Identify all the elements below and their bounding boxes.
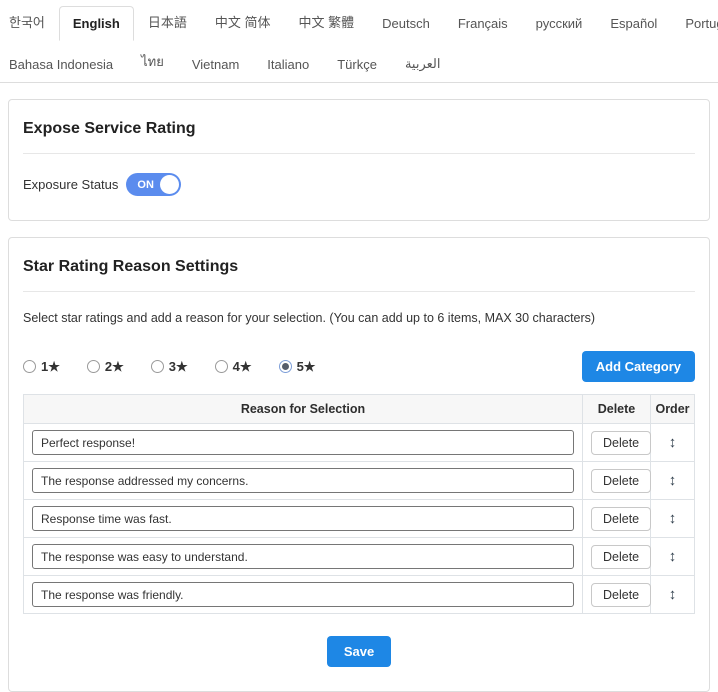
drag-order-icon[interactable]: ↕ [669, 510, 677, 527]
radio-2-star[interactable]: 2★ [87, 359, 124, 375]
divider [23, 291, 695, 292]
delete-button-4[interactable]: Delete [591, 545, 651, 569]
reason-table: Reason for Selection Delete Order Delete… [23, 394, 695, 614]
add-category-button[interactable]: Add Category [582, 351, 695, 382]
header-delete: Delete [583, 395, 651, 424]
star-rating-reason-card: Star Rating Reason Settings Select star … [8, 237, 710, 692]
table-row: Delete ↕ [24, 576, 695, 614]
drag-order-icon[interactable]: ↕ [669, 472, 677, 489]
tab-chinese-traditional[interactable]: 中文 繁體 [284, 2, 368, 41]
reason-input-5[interactable] [32, 582, 574, 607]
radio-circle-icon [215, 360, 228, 373]
radio-5-star[interactable]: 5★ [279, 359, 316, 375]
save-button[interactable]: Save [327, 636, 391, 667]
radio-1-star-label: 1★ [41, 359, 60, 375]
tab-vietnamese[interactable]: Vietnam [178, 47, 253, 82]
tab-korean[interactable]: 한국어 [8, 2, 59, 41]
drag-order-icon[interactable]: ↕ [669, 548, 677, 565]
table-row: Delete ↕ [24, 462, 695, 500]
reason-input-1[interactable] [32, 430, 574, 455]
tab-arabic[interactable]: العربية [391, 46, 455, 82]
tab-turkish[interactable]: Türkçe [323, 47, 391, 82]
tab-portuguese[interactable]: Português [671, 6, 718, 41]
language-tab-row-1: 한국어 English 日本語 中文 简体 中文 繁體 Deutsch Fran… [0, 2, 718, 41]
table-row: Delete ↕ [24, 500, 695, 538]
table-row: Delete ↕ [24, 424, 695, 462]
toggle-knob-icon [160, 175, 179, 194]
exposure-status-label: Exposure Status [23, 177, 118, 192]
radio-3-star[interactable]: 3★ [151, 359, 188, 375]
table-row: Delete ↕ [24, 538, 695, 576]
table-header-row: Reason for Selection Delete Order [24, 395, 695, 424]
tab-indonesian[interactable]: Bahasa Indonesia [8, 47, 127, 82]
drag-order-icon[interactable]: ↕ [669, 434, 677, 451]
language-tab-row-2: Bahasa Indonesia ไทย Vietnam Italiano Tü… [0, 41, 718, 82]
tab-russian[interactable]: русский [522, 6, 597, 41]
divider [23, 153, 695, 154]
delete-button-1[interactable]: Delete [591, 431, 651, 455]
tab-chinese-simplified[interactable]: 中文 简体 [201, 2, 285, 41]
tab-italian[interactable]: Italiano [253, 47, 323, 82]
reason-card-title: Star Rating Reason Settings [23, 258, 695, 276]
language-tab-bar: 한국어 English 日本語 中文 简体 中文 繁體 Deutsch Fran… [0, 0, 718, 83]
delete-button-5[interactable]: Delete [591, 583, 651, 607]
radio-5-star-label: 5★ [297, 359, 316, 375]
radio-circle-icon [23, 360, 36, 373]
expose-card-title: Expose Service Rating [23, 120, 695, 138]
exposure-status-toggle[interactable]: ON [126, 173, 181, 196]
reason-input-4[interactable] [32, 544, 574, 569]
delete-button-3[interactable]: Delete [591, 507, 651, 531]
tab-french[interactable]: Français [444, 6, 522, 41]
radio-circle-checked-icon [279, 360, 292, 373]
exposure-status-row: Exposure Status ON [23, 173, 695, 196]
tab-german[interactable]: Deutsch [368, 6, 444, 41]
reason-input-2[interactable] [32, 468, 574, 493]
radio-3-star-label: 3★ [169, 359, 188, 375]
rating-controls-row: 1★ 2★ 3★ 4★ 5★ Add Category [23, 351, 695, 382]
reason-card-description: Select star ratings and add a reason for… [23, 311, 695, 325]
reason-input-3[interactable] [32, 506, 574, 531]
radio-2-star-label: 2★ [105, 359, 124, 375]
tab-japanese[interactable]: 日本語 [134, 2, 201, 41]
radio-1-star[interactable]: 1★ [23, 359, 60, 375]
header-reason: Reason for Selection [24, 395, 583, 424]
toggle-state-text: ON [137, 179, 154, 191]
radio-circle-icon [87, 360, 100, 373]
save-row: Save [23, 636, 695, 667]
delete-button-2[interactable]: Delete [591, 469, 651, 493]
star-rating-radio-group: 1★ 2★ 3★ 4★ 5★ [23, 359, 342, 375]
header-order: Order [651, 395, 695, 424]
radio-4-star-label: 4★ [233, 359, 252, 375]
tab-spanish[interactable]: Español [596, 6, 671, 41]
tab-thai[interactable]: ไทย [127, 41, 178, 82]
drag-order-icon[interactable]: ↕ [669, 586, 677, 603]
radio-4-star[interactable]: 4★ [215, 359, 252, 375]
tab-english[interactable]: English [59, 6, 134, 41]
expose-service-rating-card: Expose Service Rating Exposure Status ON [8, 99, 710, 221]
radio-circle-icon [151, 360, 164, 373]
